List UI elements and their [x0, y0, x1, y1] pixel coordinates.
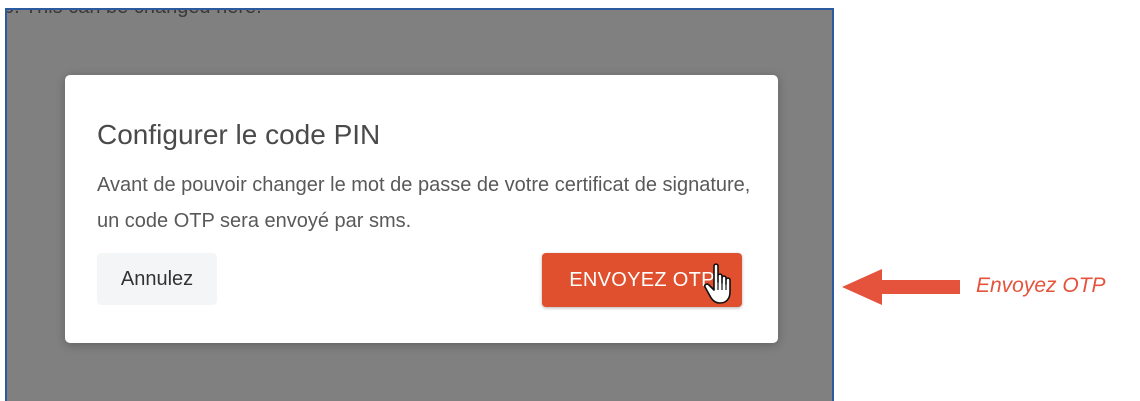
configure-pin-dialog: Configurer le code PIN Avant de pouvoir …	[65, 75, 778, 343]
cancel-button[interactable]: Annulez	[97, 253, 217, 305]
left-arrow-icon	[842, 269, 960, 305]
annotation-label: Envoyez OTP	[976, 274, 1106, 297]
dialog-description: Avant de pouvoir changer le mot de passe…	[97, 174, 751, 232]
background-text: b. This can be changed here.	[7, 10, 262, 19]
screenshot-frame: b. This can be changed here. Configurer …	[5, 8, 834, 401]
dialog-title: Configurer le code PIN	[97, 119, 381, 150]
hand-pointer-icon	[704, 263, 731, 304]
